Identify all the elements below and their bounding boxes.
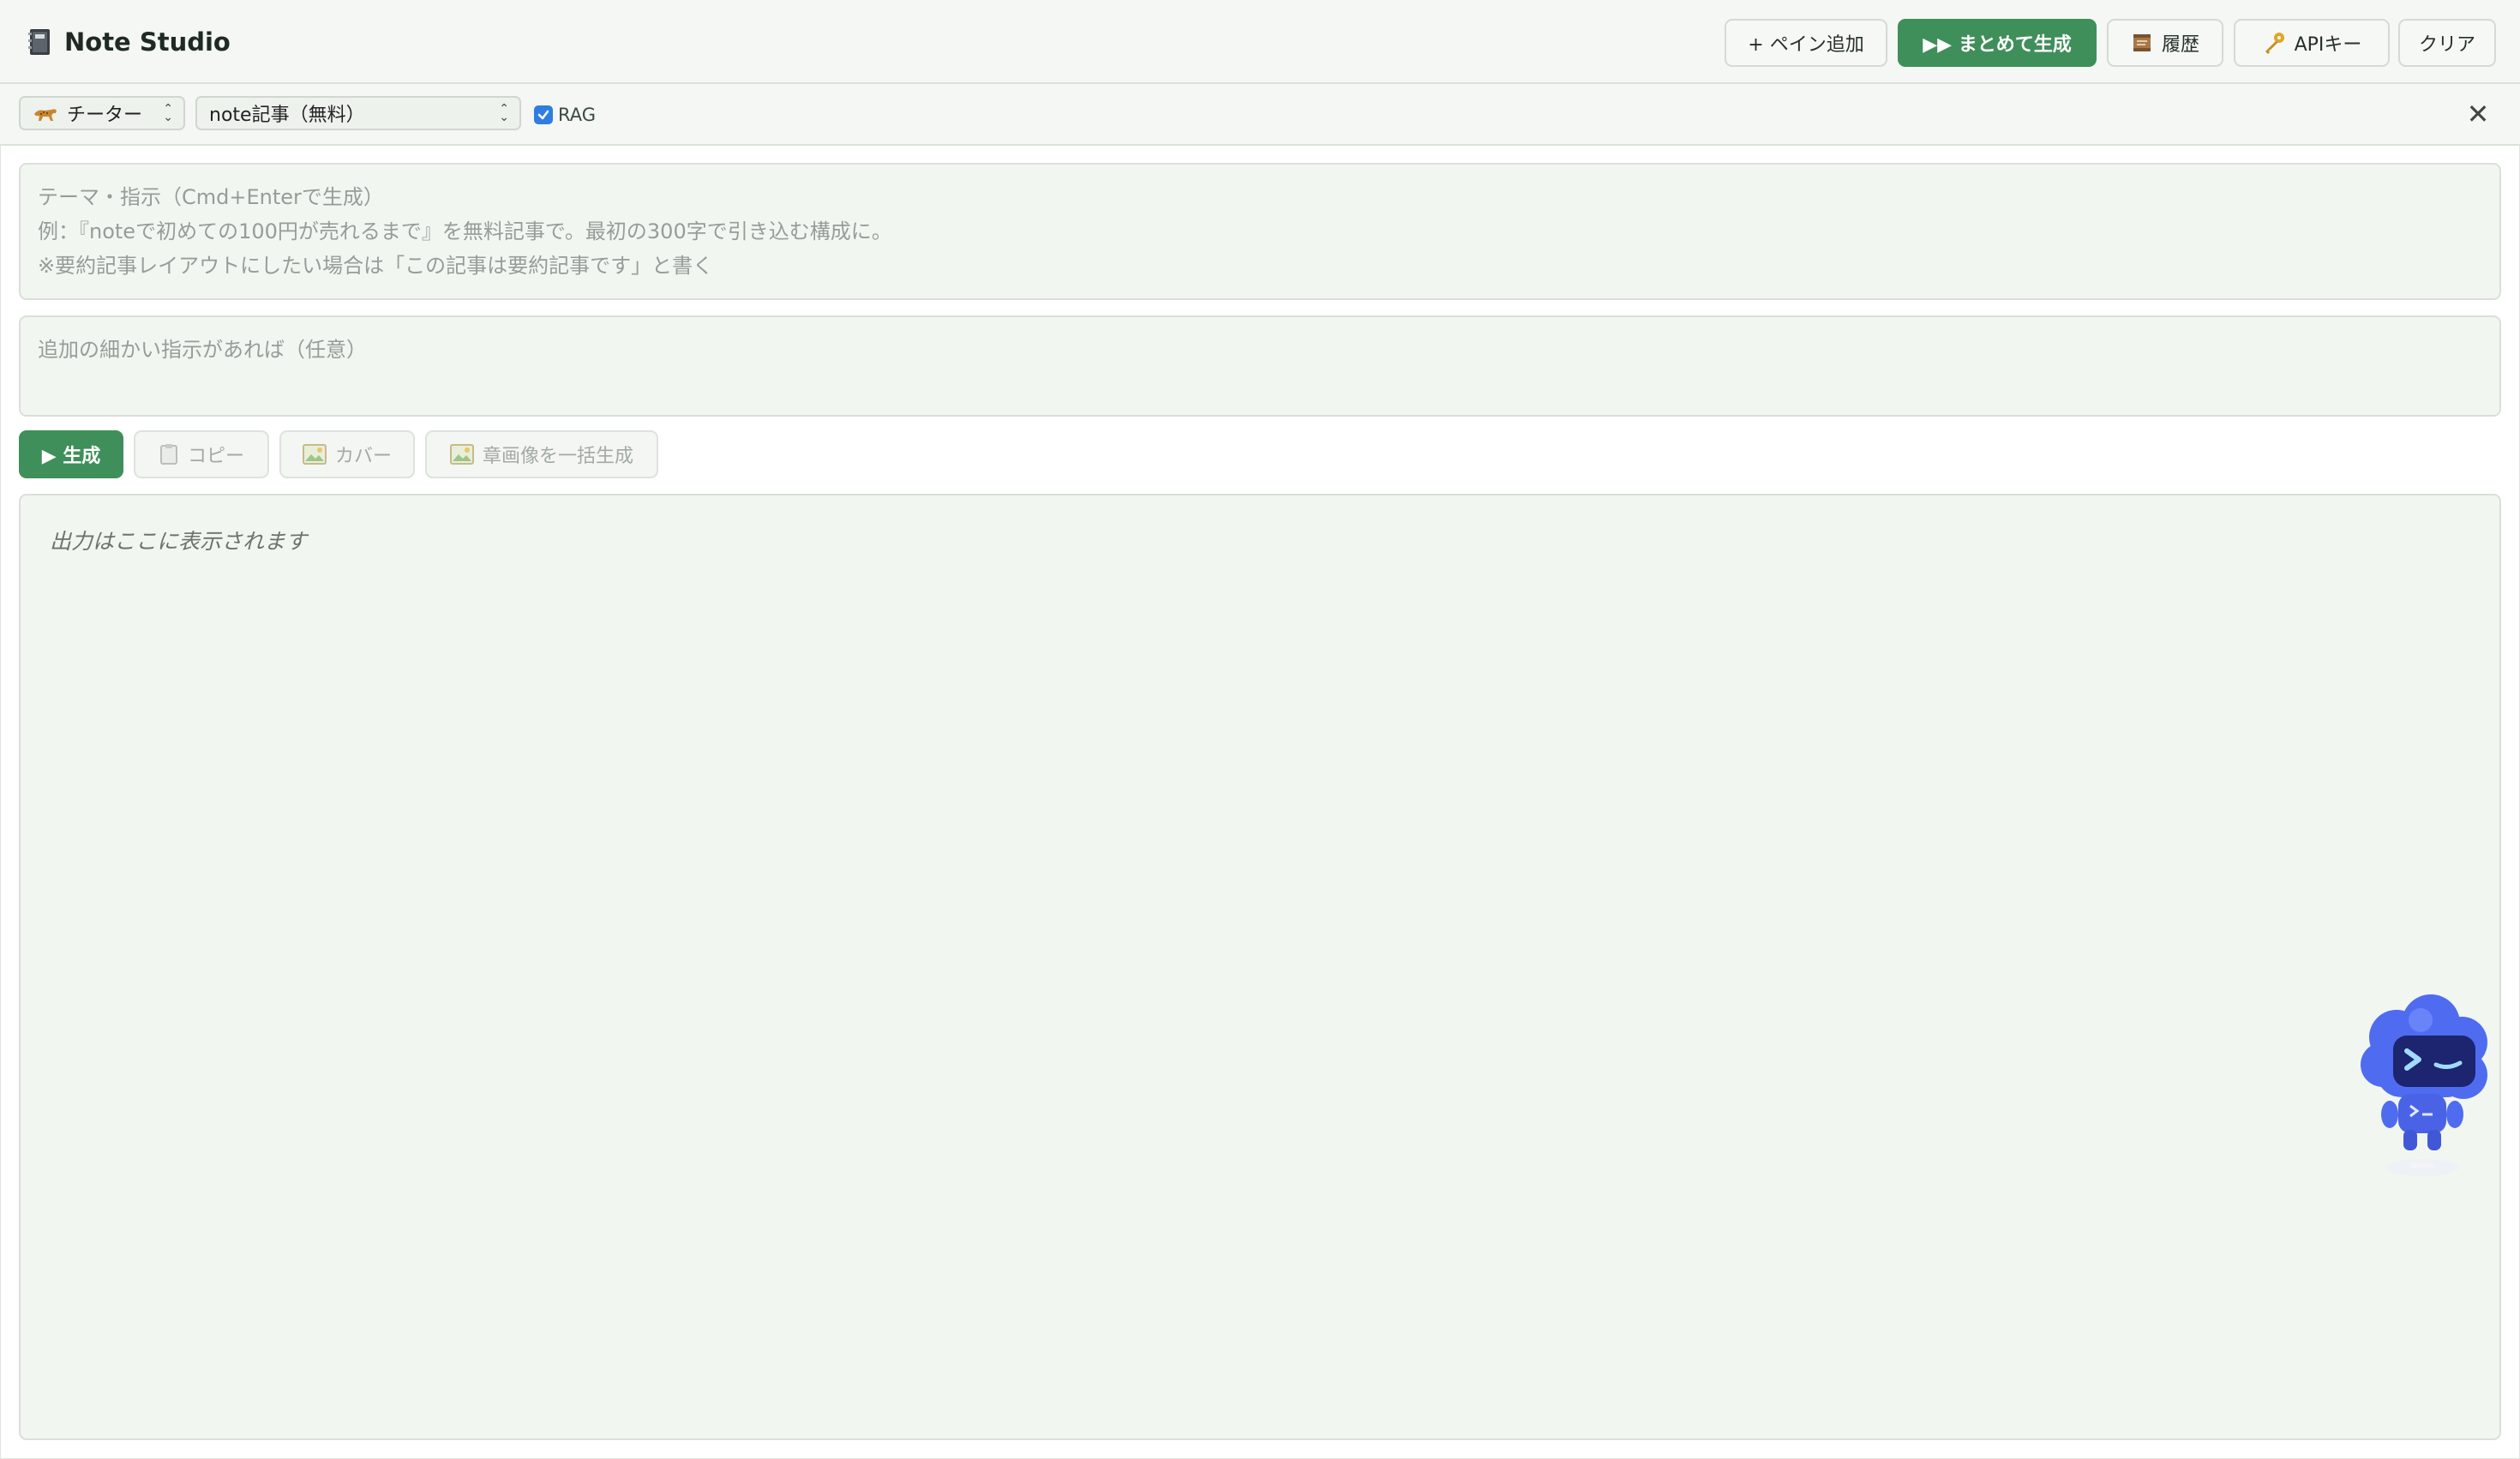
copy-button[interactable]: コピー	[134, 430, 269, 478]
prompt-placeholder-line: 例：『noteで初めての100円が売れるまで』を無料記事で。最初の300字で引き…	[38, 219, 892, 243]
robot-mascot-icon[interactable]	[2345, 986, 2499, 1192]
close-icon: ✕	[2466, 98, 2490, 130]
check-icon	[537, 110, 549, 120]
close-pane-button[interactable]: ✕	[2462, 98, 2494, 130]
history-button[interactable]: 履歴	[2107, 19, 2223, 67]
extra-placeholder: 追加の細かい指示があれば（任意）	[38, 338, 367, 362]
cover-button[interactable]: カバー	[279, 430, 415, 478]
generate-button[interactable]: ▶ 生成	[19, 430, 123, 478]
rag-label: RAG	[558, 105, 597, 125]
bulk-generate-label: ▶▶ まとめて生成	[1923, 34, 2072, 56]
prompt-placeholder-line: ※要約記事レイアウトにしたい場合は「この記事は要約記事です」と書く	[38, 254, 714, 278]
scroll-icon	[2133, 34, 2151, 51]
clear-button[interactable]: クリア	[2398, 19, 2496, 67]
generate-label: ▶ 生成	[41, 446, 101, 467]
pane-toolbar: チーター ⌃ ⌄ note記事（無料） ⌃ ⌄ RAG	[0, 84, 2520, 146]
cover-label: カバー	[334, 446, 392, 467]
chapter-images-button[interactable]: 章画像を一括生成	[425, 430, 658, 478]
rag-checkbox[interactable]	[534, 105, 553, 124]
history-label: 履歴	[2161, 34, 2199, 56]
cheetah-icon	[34, 109, 57, 121]
image-icon	[302, 444, 327, 465]
clipboard-icon	[159, 444, 177, 465]
notebook-icon	[28, 29, 50, 55]
api-key-label: APIキー	[2294, 34, 2362, 56]
chapter-images-label: 章画像を一括生成	[482, 446, 633, 467]
model-select[interactable]: チーター ⌃ ⌄	[19, 96, 185, 130]
add-pane-button[interactable]: + ペイン追加	[1725, 19, 1887, 67]
bulk-generate-button[interactable]: ▶▶ まとめて生成	[1898, 19, 2097, 67]
add-pane-label: + ペイン追加	[1748, 34, 1864, 56]
clear-label: クリア	[2418, 34, 2475, 56]
app-title: Note Studio	[64, 27, 231, 57]
header-bar: Note Studio + ペイン追加 ▶▶ まとめて生成 履歴 APIキー ク…	[0, 0, 2520, 84]
extra-instructions-input[interactable]: 追加の細かい指示があれば（任意）	[19, 315, 2501, 417]
select-arrows-icon: ⌃ ⌄	[499, 102, 509, 124]
output-placeholder: 出力はここに表示されます	[50, 529, 308, 554]
model-select-value: チーター	[67, 105, 143, 126]
type-select-value: note記事（無料）	[209, 105, 365, 126]
key-icon	[2265, 33, 2284, 54]
select-arrows-icon: ⌃ ⌄	[163, 102, 173, 124]
prompt-placeholder-line: テーマ・指示（Cmd+Enterで生成）	[38, 185, 384, 209]
api-key-button[interactable]: APIキー	[2234, 19, 2390, 67]
type-select[interactable]: note記事（無料） ⌃ ⌄	[195, 96, 521, 130]
output-panel: 出力はここに表示されます	[19, 494, 2501, 1440]
theme-prompt-input[interactable]: テーマ・指示（Cmd+Enterで生成） 例：『noteで初めての100円が売れ…	[19, 163, 2501, 300]
image-icon	[449, 444, 474, 465]
copy-label: コピー	[187, 446, 244, 467]
